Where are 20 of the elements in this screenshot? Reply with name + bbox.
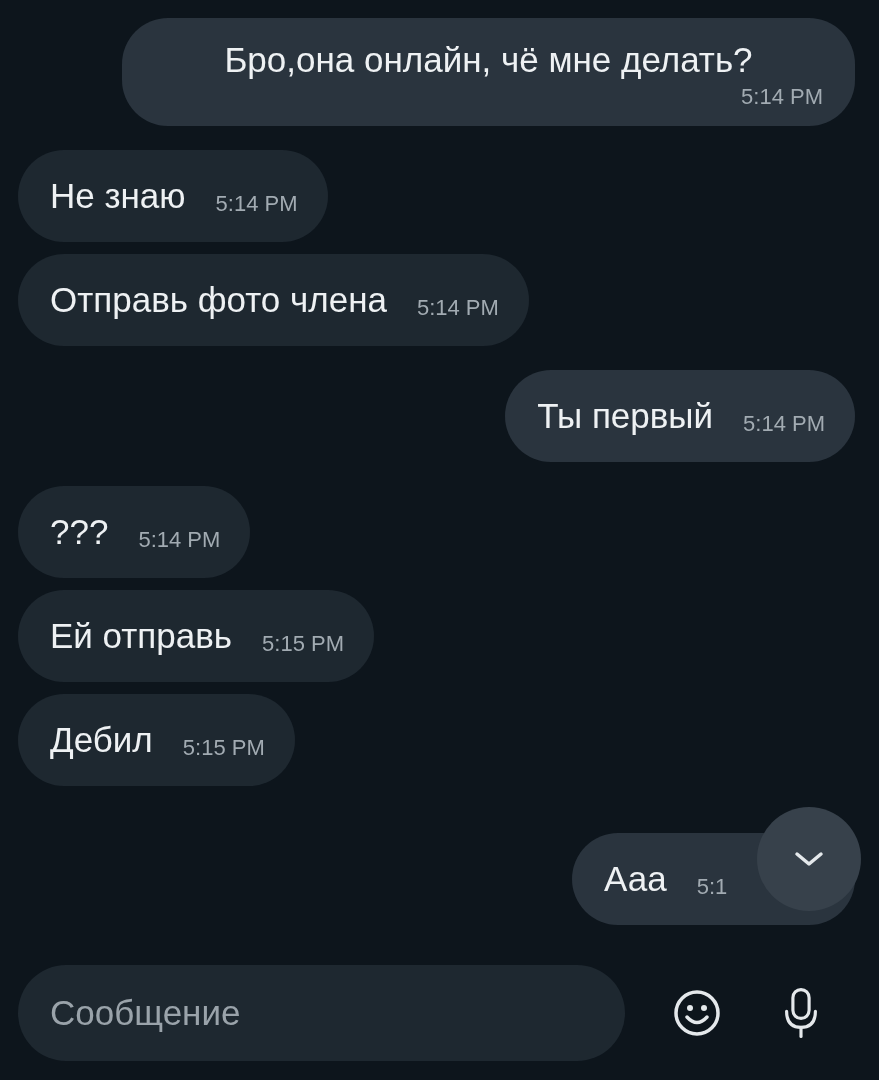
message-field[interactable]: Сообщение	[18, 965, 625, 1061]
message-text: Ей отправь	[50, 615, 233, 657]
message-time: 5:14 PM	[215, 191, 298, 217]
message-time: 5:15 PM	[262, 631, 344, 657]
message-time: 5:15 PM	[182, 735, 265, 761]
message-text: Ты первый	[537, 395, 714, 437]
message-text: Не знаю	[50, 175, 186, 217]
message-time: 5:14 PM	[743, 411, 825, 437]
microphone-icon[interactable]	[783, 986, 819, 1040]
emoji-icon[interactable]	[672, 988, 722, 1038]
message-text: Дебил	[50, 719, 153, 761]
message-text: Бро,она онлайн, чё мне делать?	[224, 39, 753, 81]
message-time: 5:14 PM	[741, 84, 823, 110]
message-text: Ааа	[604, 858, 667, 900]
message-text: ???	[50, 511, 109, 553]
message-time: 5:14 PM	[138, 527, 221, 553]
message-text: Отправь фото члена	[50, 279, 387, 321]
message-time: 5:14 PM	[416, 295, 499, 321]
message-time: 5:1	[696, 874, 728, 900]
chevron-down-icon	[794, 851, 824, 867]
